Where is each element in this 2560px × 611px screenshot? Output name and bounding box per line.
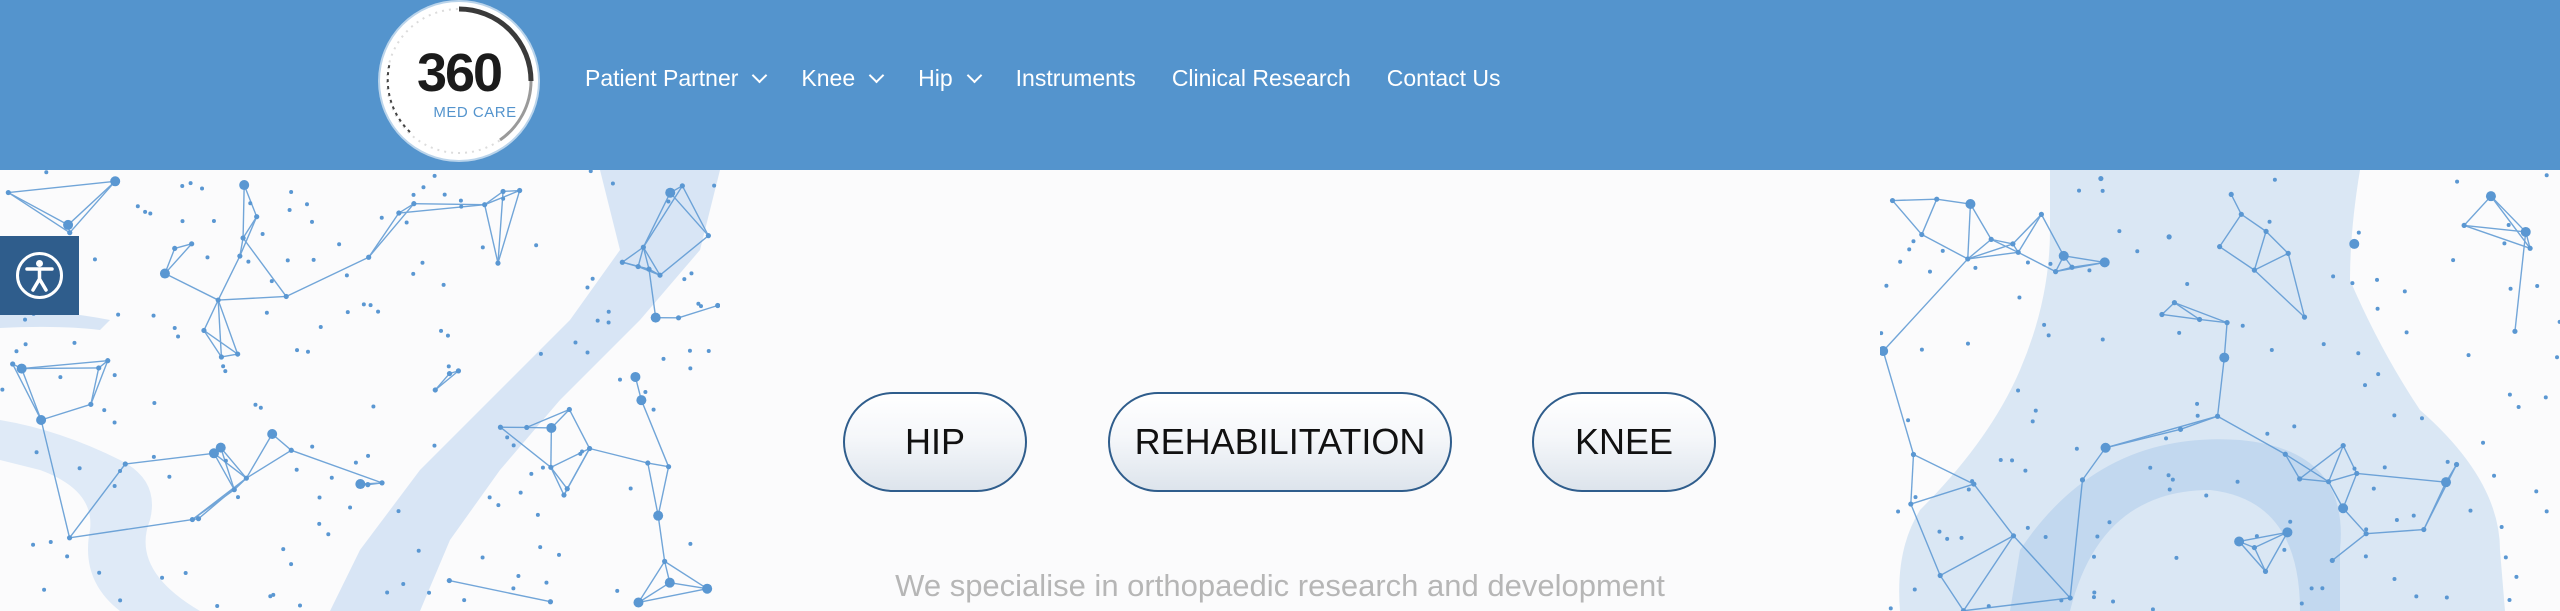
page: 360 MED CARE Patient Partner Knee Hip In… [0, 0, 2560, 611]
knee-button[interactable]: KNEE [1532, 392, 1716, 492]
bone-mesh-illustration-left [0, 170, 720, 611]
nav-item-label: Instruments [1015, 64, 1136, 91]
main-nav: Patient Partner Knee Hip Instruments Cli… [585, 58, 1537, 98]
chevron-down-icon [868, 67, 885, 83]
nav-item-label: Hip [918, 64, 953, 91]
nav-item-label: Contact Us [1386, 64, 1501, 91]
logo-subtitle: MED CARE [433, 104, 517, 121]
accessibility-button[interactable] [0, 236, 79, 315]
nav-item-patient-partner[interactable]: Patient Partner [585, 64, 768, 92]
nav-item-label: Clinical Research [1171, 64, 1351, 91]
nav-item-instruments[interactable]: Instruments [1016, 65, 1136, 92]
nav-item-clinical-research[interactable]: Clinical Research [1172, 65, 1351, 92]
site-header: 360 MED CARE Patient Partner Knee Hip In… [0, 0, 2560, 170]
accessibility-icon [16, 252, 63, 299]
nav-item-label: Knee [801, 64, 856, 91]
hip-button[interactable]: HIP [843, 392, 1027, 492]
chevron-down-icon [966, 67, 982, 83]
chevron-down-icon [752, 67, 768, 83]
site-logo[interactable]: 360 MED CARE [380, 2, 538, 160]
nav-item-knee[interactable]: Knee [801, 64, 885, 92]
nav-item-hip[interactable]: Hip [918, 64, 982, 92]
logo-number: 360 [416, 43, 503, 103]
nav-item-contact-us[interactable]: Contact Us [1387, 65, 1501, 92]
tagline: We specialise in orthopaedic research an… [895, 568, 1665, 603]
rehabilitation-button[interactable]: REHABILITATION [1108, 392, 1452, 492]
bone-mesh-illustration-right [1880, 170, 2560, 611]
nav-item-label: Patient Partner [585, 64, 739, 91]
